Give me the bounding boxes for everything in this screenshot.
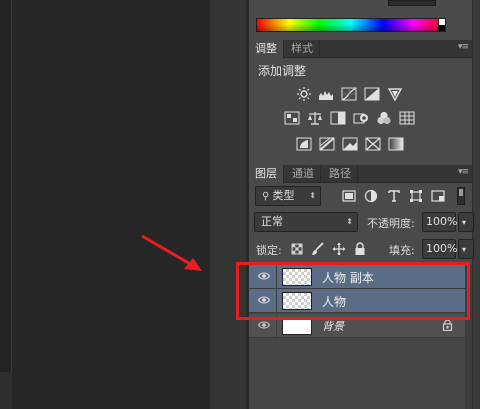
exposure-icon[interactable] <box>364 87 380 101</box>
blend-mode-value: 正常 <box>261 215 283 228</box>
layer-filter-kind: 类型 <box>272 189 295 202</box>
channel-mixer-icon[interactable] <box>376 111 392 125</box>
layer-name[interactable]: 背景 <box>322 318 344 334</box>
color-lookup-icon[interactable] <box>399 111 415 125</box>
lock-icon <box>442 319 453 331</box>
tab-channels[interactable]: 通道 <box>286 165 321 183</box>
opacity-label: 不透明度: <box>367 217 415 230</box>
document-canvas-area[interactable] <box>0 0 210 409</box>
chevron-updown-icon: ⬍ <box>346 217 353 226</box>
panel-menu-icon[interactable]: ▾≡ <box>458 167 469 177</box>
threshold-icon[interactable] <box>342 137 358 151</box>
filter-type-icon[interactable] <box>387 189 401 203</box>
curves-icon[interactable] <box>341 87 357 101</box>
black-white-icon[interactable] <box>330 111 346 125</box>
filter-smart-object-icon[interactable] <box>431 189 445 203</box>
black-white-swatch[interactable] <box>438 18 446 32</box>
color-value-field[interactable] <box>388 0 436 6</box>
brightness-contrast-icon[interactable] <box>296 87 312 101</box>
chevron-down-icon: ▾ <box>462 218 467 227</box>
filter-adjustment-icon[interactable] <box>364 189 378 203</box>
adjustments-tabbar: 调整 样式 ▾≡ <box>249 40 472 59</box>
opacity-dropdown-button[interactable]: ▾ <box>458 212 474 232</box>
color-balance-icon[interactable] <box>307 111 323 125</box>
vibrance-icon[interactable] <box>387 87 403 101</box>
canvas-left-edge <box>0 0 12 372</box>
photoshop-workspace: 调整 样式 ▾≡ 添加调整 图层 通道 路径 ▾≡ ⚲ 类型 ⬍ 正常 ⬍ 不透… <box>0 0 480 409</box>
filter-toggle-switch[interactable] <box>457 187 465 205</box>
layers-tabbar: 图层 通道 路径 ▾≡ <box>249 165 472 184</box>
filter-pixel-icon[interactable] <box>342 189 356 203</box>
chevron-updown-icon: ⬍ <box>309 191 316 200</box>
invert-icon[interactable] <box>296 137 312 151</box>
photo-filter-icon[interactable] <box>353 111 369 125</box>
lock-label: 锁定: <box>256 244 282 257</box>
opacity-input[interactable]: 100% <box>422 212 457 232</box>
adjustments-title: 添加调整 <box>258 64 307 78</box>
hue-saturation-icon[interactable] <box>284 111 300 125</box>
lock-all-icon[interactable] <box>353 242 367 256</box>
chevron-down-icon: ▾ <box>462 245 467 254</box>
color-spectrum-shade <box>256 18 446 32</box>
lock-image-pixels-icon[interactable] <box>311 242 325 256</box>
panel-menu-icon[interactable]: ▾≡ <box>458 42 469 52</box>
fill-input[interactable]: 100% <box>422 239 457 259</box>
levels-icon[interactable] <box>318 87 334 101</box>
search-icon: ⚲ <box>262 191 273 202</box>
layer-filter-select[interactable]: ⚲ 类型 ⬍ <box>255 186 321 206</box>
panel-dock-scrollbar[interactable] <box>472 0 480 409</box>
fill-label: 填充: <box>389 244 415 257</box>
tab-layers[interactable]: 图层 <box>249 165 284 184</box>
workspace-gutter <box>210 0 248 409</box>
annotation-highlight-box <box>236 262 470 320</box>
filter-shape-icon[interactable] <box>409 189 423 203</box>
canvas-left-edge-bottom <box>0 372 12 409</box>
tab-paths[interactable]: 路径 <box>323 165 358 183</box>
lock-transparent-pixels-icon[interactable] <box>290 242 304 256</box>
eye-icon[interactable] <box>258 320 270 330</box>
selective-color-icon[interactable] <box>365 137 381 151</box>
posterize-icon[interactable] <box>319 137 335 151</box>
annotation-arrow-icon <box>141 234 202 271</box>
tab-adjustments[interactable]: 调整 <box>249 40 284 59</box>
fill-dropdown-button[interactable]: ▾ <box>458 239 474 259</box>
gradient-map-icon[interactable] <box>388 137 404 151</box>
tab-styles[interactable]: 样式 <box>285 40 320 58</box>
lock-position-icon[interactable] <box>332 242 346 256</box>
blend-mode-select[interactable]: 正常 ⬍ <box>254 212 358 232</box>
